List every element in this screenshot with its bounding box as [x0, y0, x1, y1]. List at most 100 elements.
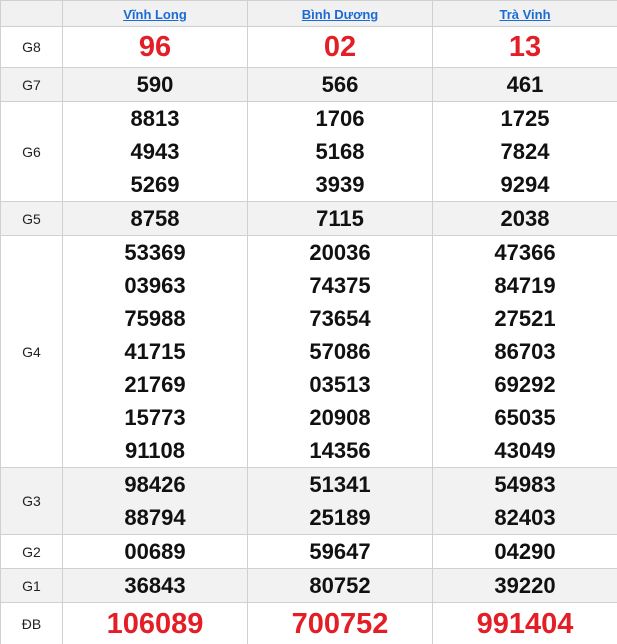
prize-number: 4943 [130, 139, 180, 164]
prize-number: 91108 [125, 438, 185, 463]
province-link-tra-vinh[interactable]: Trà Vinh [499, 7, 550, 22]
prize-number: 566 [321, 72, 359, 97]
prize-cell: 566 [247, 67, 433, 102]
prize-number: 96 [138, 31, 172, 63]
prize-number: 1725 [500, 106, 550, 131]
prize-number: 5269 [130, 172, 180, 197]
prize-label: G5 [0, 201, 63, 236]
prize-number: 04290 [494, 539, 556, 564]
prize-row: G5 8758 7115 2038 [0, 201, 617, 236]
prize-number: 20036 [309, 240, 371, 265]
prize-cell: 47366 84719 27521 86703 69292 65035 43049 [432, 235, 617, 468]
prize-number: 98426 [124, 472, 186, 497]
prize-number: 69292 [494, 372, 556, 397]
prize-number: 03513 [309, 372, 371, 397]
prize-number: 03963 [124, 273, 186, 298]
prize-cell: 991404 [432, 602, 617, 644]
header-corner [0, 0, 63, 27]
prize-number: 75988 [124, 306, 186, 331]
prize-number: 21769 [124, 372, 186, 397]
prize-cell: 04290 [432, 534, 617, 569]
prize-number: 27521 [494, 306, 556, 331]
prize-cell: 51341 25189 [247, 467, 433, 535]
prize-cell: 02 [247, 26, 433, 68]
prize-number: 7824 [500, 139, 550, 164]
prize-number: 39220 [494, 573, 556, 598]
prize-cell: 8813 4943 5269 [62, 101, 248, 202]
prize-cell: 461 [432, 67, 617, 102]
prize-cell: 20036 74375 73654 57086 03513 20908 14356 [247, 235, 433, 468]
prize-number: 57086 [309, 339, 371, 364]
prize-number: 36843 [124, 573, 186, 598]
special-prize-number: 106089 [106, 608, 204, 640]
prize-number: 74375 [309, 273, 371, 298]
special-prize-number: 700752 [291, 608, 389, 640]
prize-number: 15773 [124, 405, 186, 430]
prize-number: 53369 [124, 240, 186, 265]
prize-number: 8758 [130, 206, 180, 231]
prize-cell: 53369 03963 75988 41715 21769 15773 91108 [62, 235, 248, 468]
prize-cell: 59647 [247, 534, 433, 569]
prize-label: ĐB [0, 602, 63, 644]
prize-table-body: G8 96 02 13 G7 590 566 461 G6 8813 4943 5269 1706 516… [0, 26, 617, 644]
prize-row: G3 98426 88794 51341 25189 54983 82403 [0, 467, 617, 535]
header-province-3: Trà Vinh [432, 0, 617, 27]
prize-cell: 36843 [62, 568, 248, 603]
prize-number: 9294 [500, 172, 550, 197]
prize-number: 3939 [315, 172, 365, 197]
prize-number: 00689 [124, 539, 186, 564]
prize-number: 02 [323, 31, 357, 63]
prize-cell: 1725 7824 9294 [432, 101, 617, 202]
prize-number: 5168 [315, 139, 365, 164]
prize-cell: 98426 88794 [62, 467, 248, 535]
prize-row: G1 36843 80752 39220 [0, 568, 617, 603]
province-link-binh-duong[interactable]: Bình Dương [302, 7, 378, 22]
prize-row: G6 8813 4943 5269 1706 5168 3939 1725 7824 9294 [0, 101, 617, 202]
prize-number: 59647 [309, 539, 371, 564]
prize-cell: 700752 [247, 602, 433, 644]
prize-label: G3 [0, 467, 63, 535]
header-row: Vĩnh Long Bình Dương Trà Vinh [0, 0, 617, 27]
prize-number: 54983 [494, 472, 556, 497]
prize-cell: 1706 5168 3939 [247, 101, 433, 202]
prize-cell: 96 [62, 26, 248, 68]
prize-number: 8813 [130, 106, 180, 131]
prize-label: G8 [0, 26, 63, 68]
prize-number: 84719 [494, 273, 556, 298]
prize-cell: 590 [62, 67, 248, 102]
prize-number: 461 [506, 72, 544, 97]
prize-number: 65035 [494, 405, 556, 430]
prize-number: 47366 [494, 240, 556, 265]
prize-number: 86703 [494, 339, 556, 364]
lottery-results-table: Vĩnh Long Bình Dương Trà Vinh G8 96 02 13 G7… [0, 0, 617, 644]
prize-number: 590 [136, 72, 174, 97]
prize-row: G4 53369 03963 75988 41715 21769 15773 91108 200… [0, 235, 617, 468]
special-prize-number: 991404 [476, 608, 574, 640]
prize-row: ĐB 106089 700752 991404 [0, 602, 617, 644]
prize-number: 1706 [315, 106, 365, 131]
prize-number: 43049 [494, 438, 556, 463]
prize-cell: 7115 [247, 201, 433, 236]
prize-number: 2038 [500, 206, 550, 231]
prize-row: G7 590 566 461 [0, 67, 617, 102]
prize-number: 73654 [309, 306, 371, 331]
prize-label: G4 [0, 235, 63, 468]
prize-label: G7 [0, 67, 63, 102]
prize-number: 14356 [309, 438, 371, 463]
prize-cell: 00689 [62, 534, 248, 569]
prize-number: 20908 [309, 405, 371, 430]
prize-cell: 80752 [247, 568, 433, 603]
prize-cell: 2038 [432, 201, 617, 236]
prize-cell: 54983 82403 [432, 467, 617, 535]
prize-number: 82403 [494, 505, 556, 530]
prize-number: 80752 [309, 573, 371, 598]
prize-label: G2 [0, 534, 63, 569]
prize-number: 13 [508, 31, 542, 63]
prize-number: 7115 [316, 206, 364, 231]
prize-cell: 106089 [62, 602, 248, 644]
header-province-2: Bình Dương [247, 0, 433, 27]
header-province-1: Vĩnh Long [62, 0, 248, 27]
prize-row: G2 00689 59647 04290 [0, 534, 617, 569]
prize-number: 51341 [309, 472, 371, 497]
province-link-vinh-long[interactable]: Vĩnh Long [123, 7, 187, 22]
